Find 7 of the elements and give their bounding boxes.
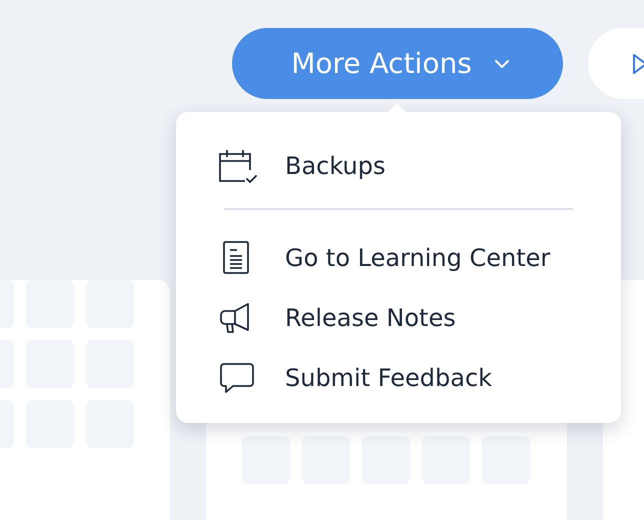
menu-item[interactable]: Backups xyxy=(218,142,621,190)
menu-item[interactable]: Go to Learning Center xyxy=(218,228,621,288)
menu-item[interactable]: Release Notes xyxy=(218,288,621,348)
calendar-check-icon xyxy=(218,148,258,184)
chevron-down-icon xyxy=(494,58,510,68)
play-icon xyxy=(632,52,644,74)
menu-item[interactable]: Submit Feedback xyxy=(218,348,621,408)
